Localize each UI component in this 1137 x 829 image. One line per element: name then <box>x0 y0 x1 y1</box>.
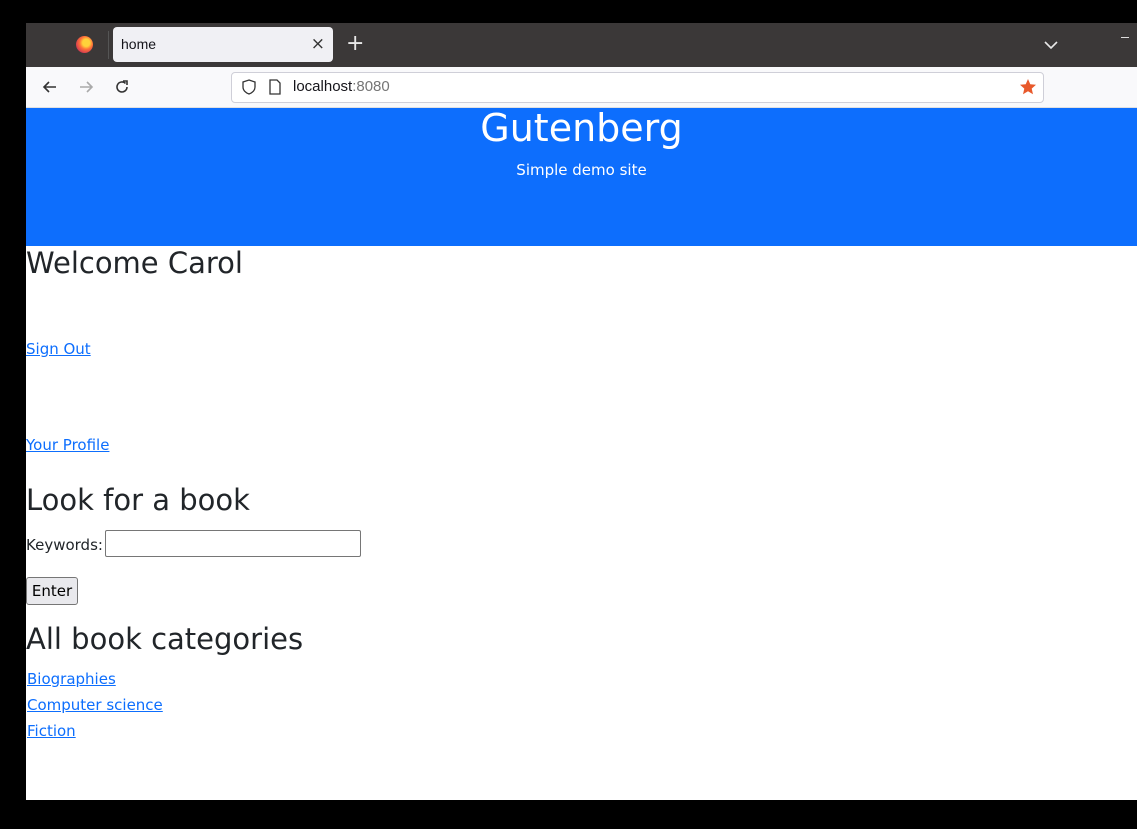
page-icon[interactable] <box>268 79 282 99</box>
minimize-icon[interactable] <box>1121 37 1129 38</box>
url-text[interactable]: localhost:8080 <box>293 78 390 95</box>
plus-icon[interactable]: + <box>346 32 364 56</box>
sign-out-link[interactable]: Sign Out <box>26 340 91 358</box>
tab-separator <box>108 31 109 59</box>
close-icon[interactable]: × <box>311 34 325 54</box>
page-content: Gutenberg Simple demo site Welcome Carol… <box>26 106 1137 800</box>
browser-window: home × + localhost:8080 Gutenberg Simple… <box>26 23 1137 800</box>
keywords-label: Keywords: <box>26 536 103 554</box>
categories-heading: All book categories <box>26 622 304 656</box>
profile-link[interactable]: Your Profile <box>26 436 109 454</box>
nav-toolbar: localhost:8080 <box>26 67 1137 108</box>
tab-home[interactable]: home × <box>113 27 333 62</box>
tab-strip: home × + <box>26 23 1137 67</box>
category-link-biographies[interactable]: Biographies <box>27 670 116 688</box>
url-port: :8080 <box>352 78 390 95</box>
welcome-heading: Welcome Carol <box>26 246 243 280</box>
star-icon[interactable] <box>1019 78 1037 100</box>
url-host: localhost <box>293 78 353 95</box>
enter-button[interactable]: Enter <box>26 577 78 605</box>
category-link-fiction[interactable]: Fiction <box>27 722 76 740</box>
firefox-logo-icon[interactable] <box>76 36 93 53</box>
back-icon[interactable] <box>40 77 60 97</box>
keywords-input[interactable] <box>105 530 361 557</box>
url-bar[interactable]: localhost:8080 <box>231 72 1044 103</box>
reload-icon[interactable] <box>112 77 132 97</box>
tab-title: home <box>121 36 157 52</box>
chevron-down-icon[interactable] <box>1044 35 1058 54</box>
site-title: Gutenberg <box>480 106 683 150</box>
category-link-computer-science[interactable]: Computer science <box>27 696 163 714</box>
shield-icon[interactable] <box>241 79 257 99</box>
forward-icon <box>76 77 96 97</box>
site-subtitle: Simple demo site <box>516 161 647 179</box>
search-heading: Look for a book <box>26 483 250 517</box>
hero-banner: Gutenberg Simple demo site <box>26 106 1137 246</box>
